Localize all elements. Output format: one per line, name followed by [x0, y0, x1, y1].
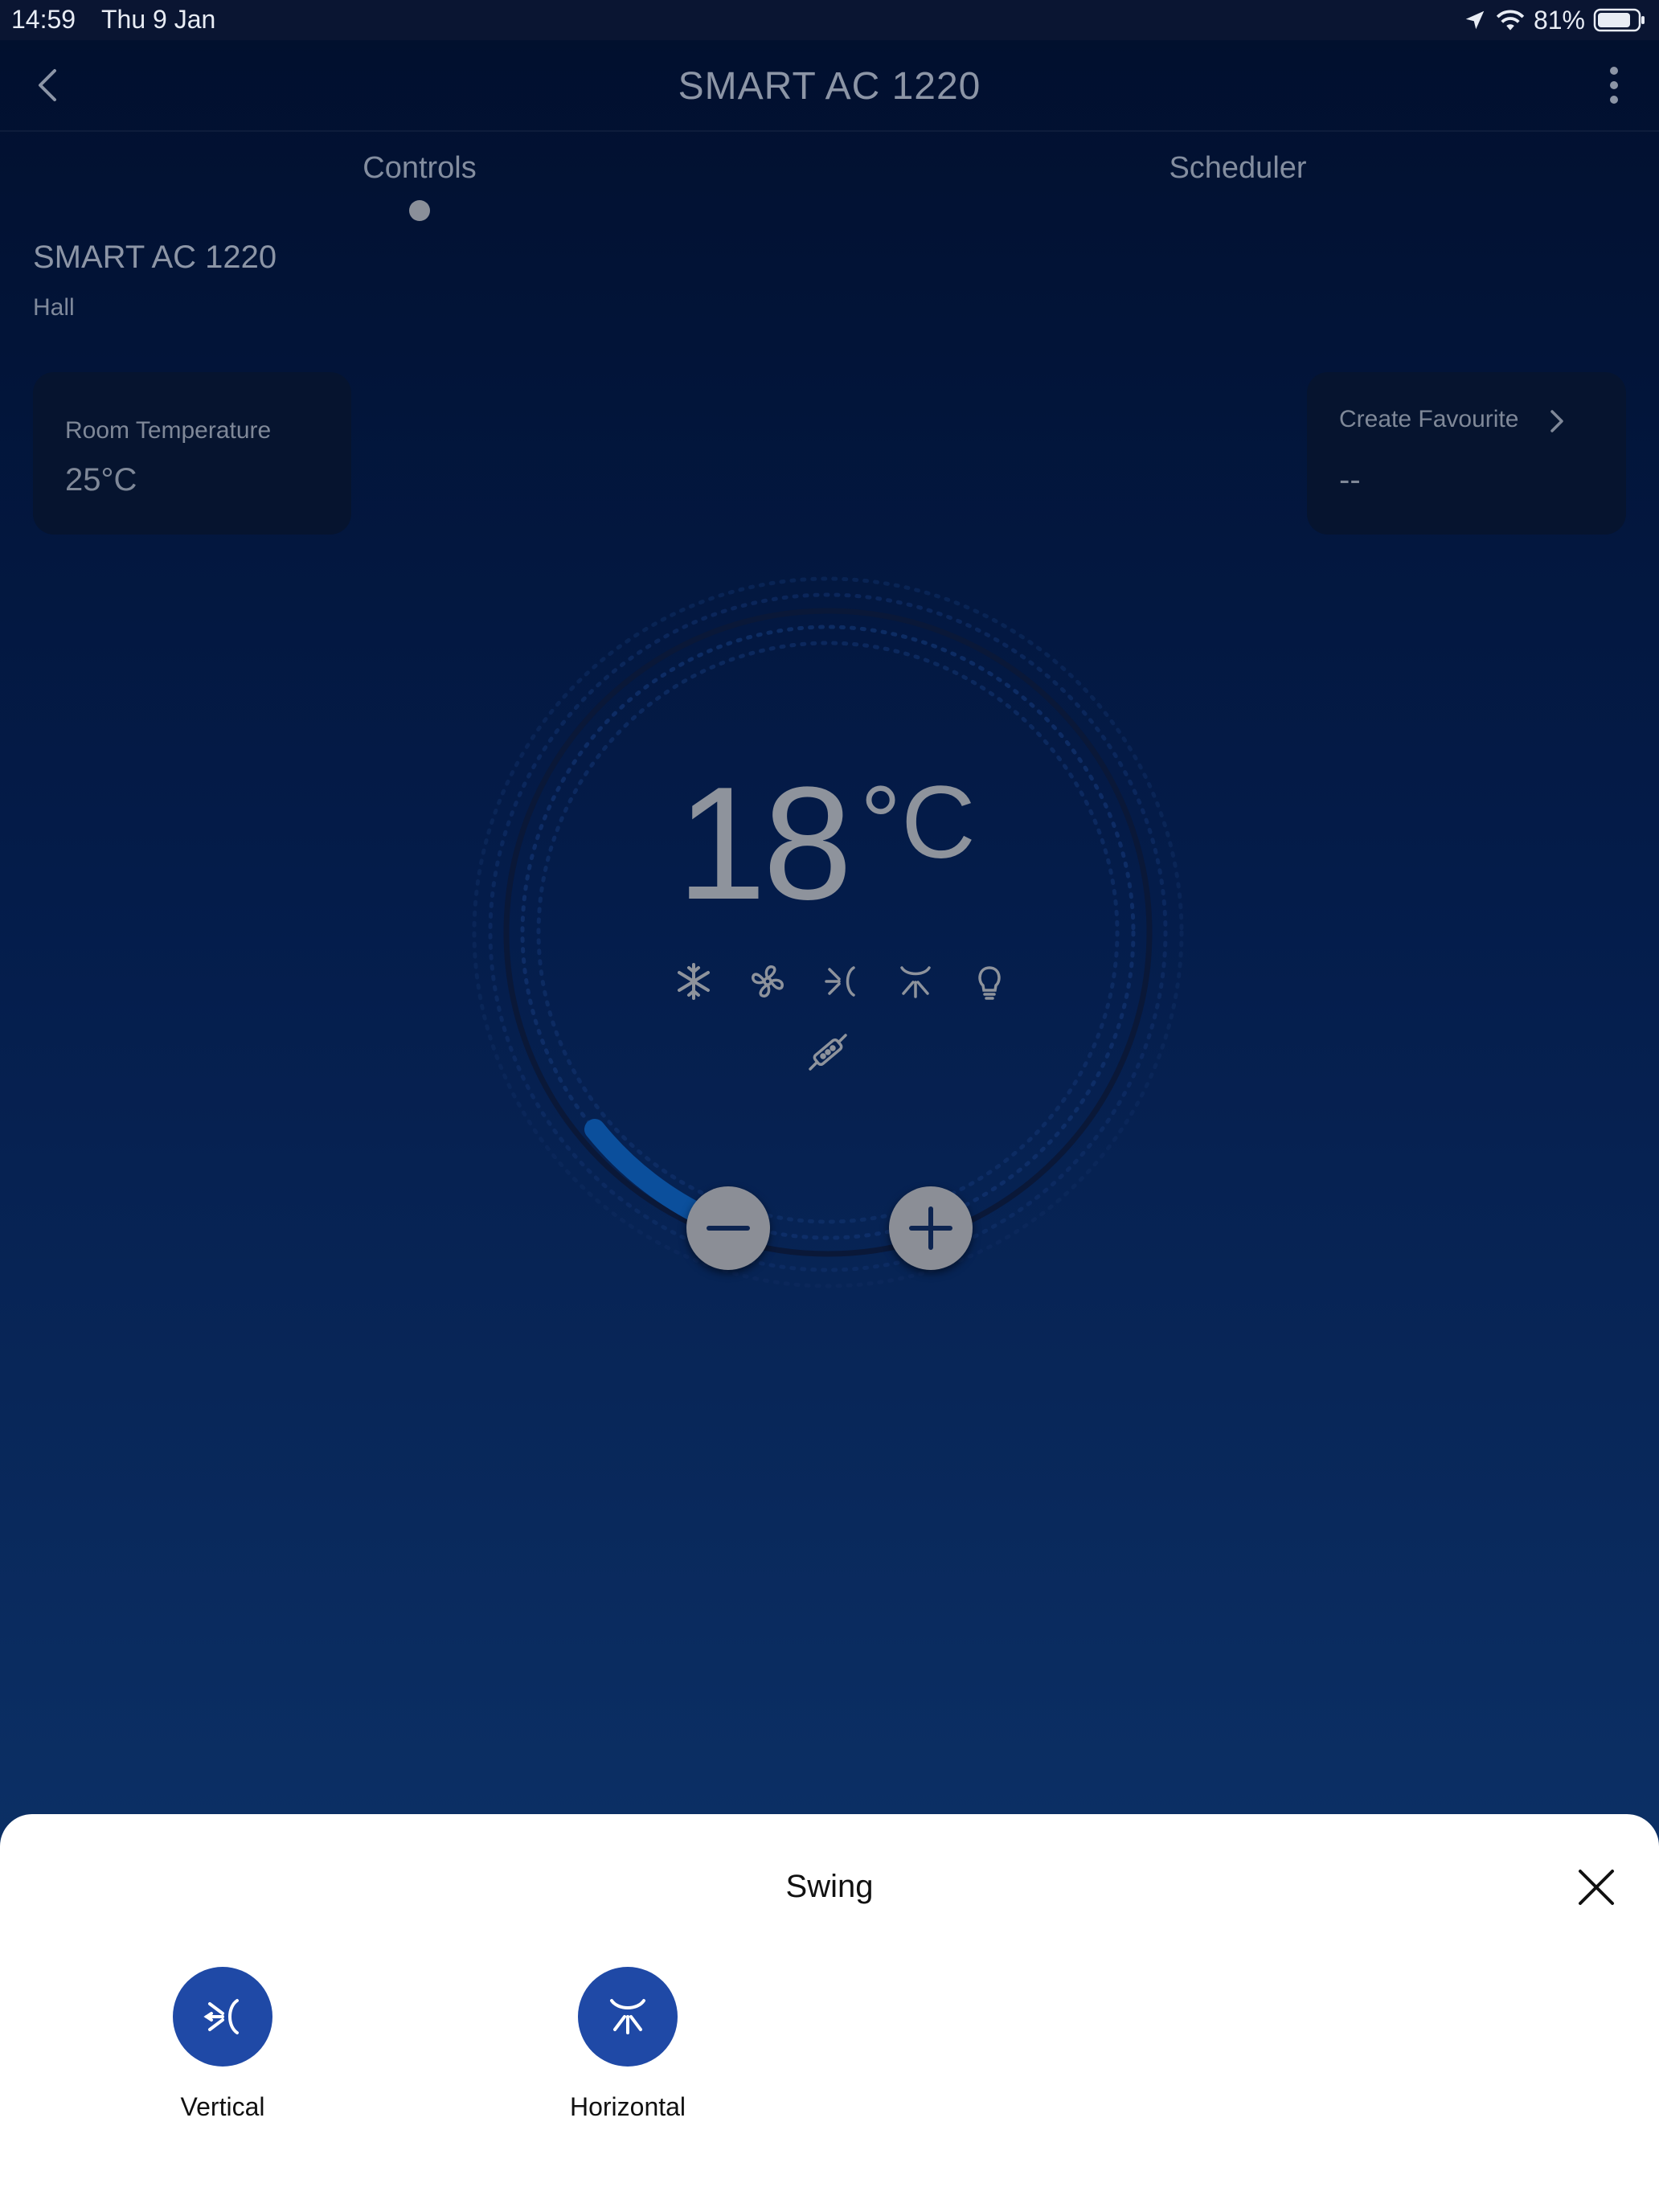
minus-icon [707, 1226, 750, 1231]
status-right: 81% [1463, 5, 1646, 35]
favourite-value: -- [1339, 462, 1361, 498]
horizontal-swing-label: Horizontal [569, 2092, 686, 2121]
close-icon [1579, 1870, 1614, 1905]
device-name: SMART AC 1220 [33, 240, 277, 275]
horizontal-swing-icon [610, 1999, 645, 2034]
device-room: Hall [33, 294, 75, 321]
light-bulb-icon [978, 966, 1001, 1000]
vertical-swing-button[interactable] [173, 1967, 272, 2067]
status-bar: 14:59 Thu 9 Jan 81% [0, 0, 1659, 40]
active-tab-indicator [409, 200, 430, 221]
more-button[interactable] [1590, 61, 1638, 109]
snowflake-icon [678, 963, 710, 1000]
increase-temperature-button[interactable] [889, 1186, 973, 1270]
nav-bar: SMART AC 1220 [0, 40, 1659, 132]
mode-icons [674, 961, 1010, 1002]
wifi-icon [1496, 10, 1525, 31]
room-temperature-label: Room Temperature [65, 417, 272, 444]
vertical-swing-icon [825, 966, 855, 997]
filter-icon [809, 1034, 847, 1071]
swing-sheet: Swing Vertical Horizontal [0, 1814, 1659, 2212]
set-temperature: 18 [677, 754, 852, 933]
plus-icon [909, 1206, 952, 1250]
set-temperature-unit: °C [860, 765, 976, 880]
chevron-right-icon [1550, 410, 1563, 432]
battery-percent: 81% [1533, 5, 1585, 35]
close-button[interactable] [1574, 1865, 1619, 1910]
more-vertical-icon [1610, 67, 1618, 104]
status-date: Thu 9 Jan [101, 5, 216, 34]
decrease-temperature-button[interactable] [686, 1186, 770, 1270]
fan-icon [752, 965, 784, 997]
vertical-swing-icon [203, 1999, 239, 2034]
create-favourite-card[interactable]: Create Favourite -- [1307, 372, 1626, 535]
status-time: 14:59 [11, 5, 76, 34]
vertical-swing-label-text: Vertical [180, 2092, 265, 2121]
create-favourite-label: Create Favourite [1339, 406, 1519, 432]
sheet-title: Swing [785, 1869, 874, 1904]
tab-scheduler[interactable]: Scheduler [1077, 151, 1399, 186]
page-title: SMART AC 1220 [678, 65, 981, 108]
room-temperature-card: Room Temperature 25°C [33, 372, 351, 535]
horizontal-swing-icon [900, 966, 931, 998]
battery-icon [1593, 8, 1645, 32]
tab-controls[interactable]: Controls [259, 151, 580, 186]
horizontal-swing-button[interactable] [578, 1967, 678, 2067]
room-temperature-value: 25°C [65, 462, 137, 498]
location-icon [1465, 10, 1485, 30]
